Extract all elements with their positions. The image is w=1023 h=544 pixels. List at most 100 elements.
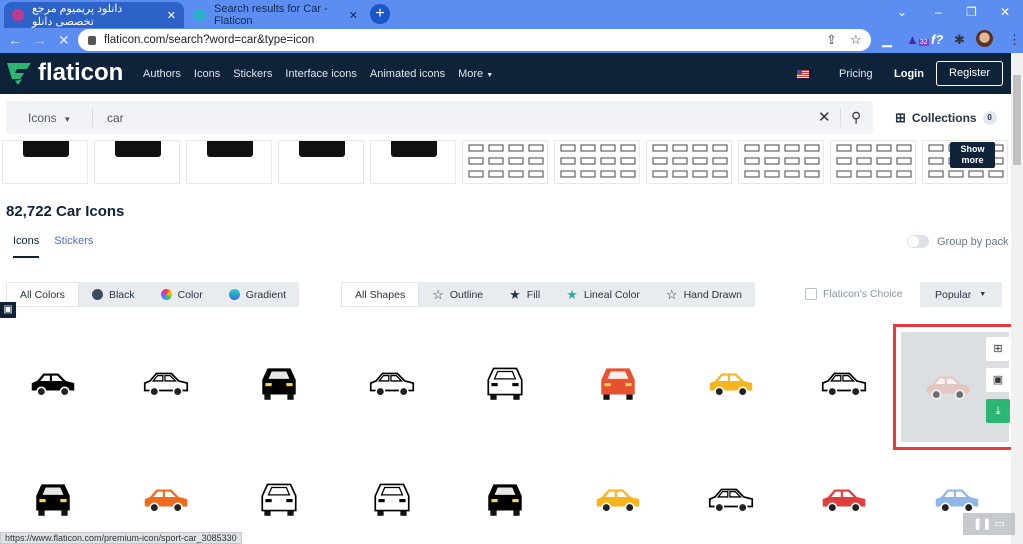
related-thumbnail[interactable] bbox=[94, 140, 180, 184]
car-icon-result[interactable] bbox=[116, 458, 216, 538]
minimize-icon[interactable]: – bbox=[935, 5, 942, 19]
related-thumbnail[interactable] bbox=[830, 140, 916, 184]
close-window-icon[interactable]: ✕ bbox=[1000, 5, 1010, 19]
related-thumbnail[interactable] bbox=[462, 140, 548, 184]
forward-icon[interactable]: → bbox=[33, 32, 47, 48]
car-icon-result[interactable] bbox=[229, 458, 329, 538]
flaticons-choice-checkbox[interactable]: Flaticon's Choice bbox=[805, 288, 903, 300]
restore-icon[interactable]: ❐ bbox=[966, 5, 977, 19]
filter-all-colors[interactable]: All Colors bbox=[6, 282, 79, 307]
search-input[interactable] bbox=[107, 111, 707, 125]
nav-more[interactable]: More ▼ bbox=[458, 68, 493, 80]
caret-down-icon: ▼ bbox=[63, 115, 72, 124]
car-icon-result[interactable] bbox=[3, 458, 103, 538]
nav-authors[interactable]: Authors bbox=[143, 68, 181, 80]
flaticon-logo[interactable]: flaticon bbox=[6, 59, 123, 87]
filter-gradient[interactable]: Gradient bbox=[216, 282, 299, 307]
extension-graduation-icon[interactable]: ▲32 bbox=[906, 32, 929, 47]
filter-lineal-color[interactable]: ★ Lineal Color bbox=[553, 282, 653, 307]
filter-all-shapes[interactable]: All Shapes bbox=[341, 282, 420, 307]
show-more-button[interactable]: Show more bbox=[950, 142, 995, 168]
pricing-link[interactable]: Pricing bbox=[839, 68, 873, 80]
filter-fill[interactable]: ★ Fill bbox=[496, 282, 553, 307]
group-by-pack-toggle[interactable] bbox=[907, 235, 929, 248]
caret-down-icon: ▼ bbox=[979, 291, 987, 298]
nav-animated-icons[interactable]: Animated icons bbox=[370, 68, 445, 80]
filter-hand-drawn[interactable]: ☆ Hand Drawn bbox=[653, 282, 755, 307]
checkbox[interactable] bbox=[805, 288, 817, 300]
register-button[interactable]: Register bbox=[936, 61, 1003, 86]
url-text: flaticon.com/search?word=car&type=icon bbox=[104, 34, 315, 46]
car-icon-result[interactable] bbox=[3, 342, 103, 422]
star-outline-icon: ☆ bbox=[432, 286, 444, 302]
flaticon-logo-icon bbox=[7, 63, 31, 85]
car-icon-result[interactable] bbox=[455, 342, 555, 422]
gradient-dot-icon bbox=[228, 289, 240, 300]
stop-icon[interactable]: ✕ bbox=[58, 32, 70, 49]
back-icon[interactable]: ← bbox=[8, 32, 22, 48]
car-icon-result[interactable] bbox=[568, 458, 668, 538]
star-outline-icon: ☆ bbox=[665, 286, 678, 302]
group-by-pack-label: Group by pack bbox=[937, 236, 1009, 248]
nav-stickers[interactable]: Stickers bbox=[233, 68, 272, 80]
new-tab-button[interactable]: + bbox=[370, 4, 390, 24]
search-bar: Icons ▼ ✕ ⚲ bbox=[6, 101, 873, 134]
related-thumbnail[interactable] bbox=[554, 140, 640, 184]
related-thumbnail[interactable] bbox=[278, 140, 364, 184]
car-icon-result[interactable] bbox=[229, 342, 329, 422]
car-icon-result[interactable] bbox=[681, 458, 781, 538]
extension-f-icon[interactable]: f? bbox=[931, 32, 943, 47]
feedback-icon[interactable]: ▣ bbox=[0, 302, 16, 318]
car-icon-result[interactable] bbox=[681, 342, 781, 422]
search-type-select[interactable]: Icons ▼ bbox=[28, 111, 71, 125]
car-icon-result[interactable] bbox=[455, 458, 555, 538]
profile-avatar[interactable] bbox=[976, 30, 993, 47]
menu-kebab-icon[interactable]: ⋮ bbox=[1008, 32, 1021, 48]
video-player-controls[interactable]: ❚❚ ▭ bbox=[963, 513, 1015, 535]
tab-search-icon[interactable]: ⌄ bbox=[897, 5, 907, 19]
related-thumbnail[interactable] bbox=[370, 140, 456, 184]
car-icon-result[interactable] bbox=[568, 342, 668, 422]
filter-label: Black bbox=[108, 288, 135, 301]
nav-interface-icons[interactable]: Interface icons bbox=[285, 68, 357, 80]
bookmark-star-icon[interactable]: ☆ bbox=[850, 32, 862, 48]
filter-label: All Colors bbox=[20, 288, 65, 301]
clear-search-icon[interactable]: ✕ bbox=[818, 108, 831, 126]
sort-select[interactable]: Popular ▼ bbox=[920, 282, 1002, 307]
login-link[interactable]: Login bbox=[894, 68, 924, 80]
car-icon-result[interactable] bbox=[794, 458, 894, 538]
filter-black[interactable]: Black bbox=[79, 282, 148, 307]
tab-icons[interactable]: Icons bbox=[13, 235, 40, 258]
car-icon-result[interactable] bbox=[116, 342, 216, 422]
car-icon-result[interactable] bbox=[342, 458, 442, 538]
collections-button[interactable]: ⊞ Collections 0 bbox=[895, 110, 997, 126]
divider bbox=[92, 108, 93, 127]
close-tab-icon[interactable]: ✕ bbox=[349, 9, 358, 22]
related-thumbnail[interactable] bbox=[186, 140, 272, 184]
related-thumbnail[interactable] bbox=[646, 140, 732, 184]
extension-icon[interactable]: ▁ bbox=[882, 32, 892, 48]
tab-stickers[interactable]: Stickers bbox=[54, 235, 93, 258]
browser-tab[interactable]: دانلود پریمیوم مرجع تخصصی دانلو ✕ bbox=[4, 2, 184, 28]
search-icon[interactable]: ⚲ bbox=[851, 109, 861, 126]
lock-icon bbox=[88, 35, 96, 45]
scrollbar[interactable] bbox=[1011, 53, 1023, 544]
extensions-puzzle-icon[interactable]: ✱ bbox=[954, 32, 965, 48]
related-thumbnail[interactable] bbox=[2, 140, 88, 184]
address-bar[interactable]: flaticon.com/search?word=car&type=icon ⇪… bbox=[78, 29, 871, 51]
close-tab-icon[interactable]: ✕ bbox=[167, 9, 176, 22]
related-thumbnail[interactable] bbox=[738, 140, 824, 184]
filter-color[interactable]: Color bbox=[148, 282, 216, 307]
car-icon-result[interactable] bbox=[794, 342, 894, 422]
car-icon-result[interactable] bbox=[342, 342, 442, 422]
language-flag-icon[interactable] bbox=[797, 70, 809, 78]
filter-outline[interactable]: ☆ Outline bbox=[419, 282, 496, 307]
share-icon[interactable]: ⇪ bbox=[826, 32, 837, 48]
collections-label: Collections bbox=[911, 111, 977, 125]
scrollbar-thumb[interactable] bbox=[1013, 75, 1021, 165]
tab-title: دانلود پریمیوم مرجع تخصصی دانلو bbox=[32, 3, 123, 28]
browser-tab-active[interactable]: Search results for Car - Flaticon ✕ bbox=[186, 2, 366, 28]
checkbox-label: Flaticon's Choice bbox=[823, 288, 903, 300]
car-icon-result[interactable] bbox=[898, 345, 998, 425]
nav-icons[interactable]: Icons bbox=[194, 68, 220, 80]
